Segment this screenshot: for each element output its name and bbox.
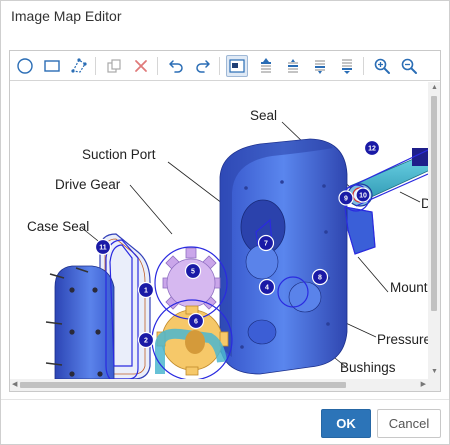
label-d-cut: D (421, 196, 428, 211)
hotspot-6[interactable]: 6 (187, 312, 205, 330)
toolbar-separator (219, 57, 220, 75)
cancel-button[interactable]: Cancel (377, 409, 441, 438)
duplicate-icon[interactable] (103, 55, 125, 77)
hotspot-1-label: 1 (144, 288, 148, 295)
footer-divider (1, 399, 449, 400)
hotspot-9[interactable]: 9 (338, 190, 354, 206)
hotspot-8-label: 8 (318, 275, 322, 282)
ok-button[interactable]: OK (321, 409, 371, 438)
horizontal-scroll-thumb[interactable] (20, 382, 346, 388)
cover-plate (54, 265, 115, 379)
hotspot-11-label: 11 (99, 245, 107, 252)
hotspot-4[interactable]: 4 (258, 278, 276, 296)
scroll-right-icon[interactable]: ▶ (421, 381, 426, 389)
scroll-up-icon[interactable]: ▲ (431, 84, 438, 92)
scroll-left-icon[interactable]: ◀ (12, 381, 17, 389)
bring-to-front-icon[interactable] (255, 55, 277, 77)
pump-body (219, 138, 348, 375)
horizontal-scrollbar[interactable]: ◀ ▶ (10, 379, 428, 391)
send-backward-icon[interactable] (309, 55, 331, 77)
hotspot-10[interactable]: 10 (355, 187, 371, 203)
polygon-tool-icon[interactable] (68, 55, 90, 77)
delete-icon[interactable] (130, 55, 152, 77)
editor-toolbar (10, 51, 440, 81)
dialog-titlebar: Image Map Editor (1, 1, 449, 35)
label-bushings: Bushings (340, 360, 396, 375)
hotspot-8[interactable]: 8 (311, 268, 329, 286)
redo-icon[interactable] (192, 55, 214, 77)
toolbar-separator (157, 57, 158, 75)
label-pressure: Pressure (377, 332, 428, 347)
send-to-back-icon[interactable] (336, 55, 358, 77)
image-canvas[interactable]: 1 2 4 5 6 7 8 9 10 11 12 Seal Suction Po… (10, 82, 428, 379)
image-map-editor-dialog: Image Map Editor 1 2 4 5 6 7 8 9 10 11 1… (0, 0, 450, 445)
hotspot-9-label: 9 (344, 196, 348, 203)
dialog-title: Image Map Editor (11, 8, 122, 24)
label-case-seal: Case Seal (27, 219, 89, 234)
hotspot-12[interactable]: 12 (363, 139, 381, 157)
hotspot-7-label: 7 (264, 241, 268, 248)
hotspot-11[interactable]: 11 (94, 238, 112, 256)
hotspot-1[interactable]: 1 (137, 281, 155, 299)
scrollbar-corner (428, 379, 440, 391)
circle-tool-icon[interactable] (14, 55, 36, 77)
rectangle-tool-icon[interactable] (41, 55, 63, 77)
zoom-in-icon[interactable] (371, 55, 393, 77)
zoom-out-icon[interactable] (398, 55, 420, 77)
select-tool-icon[interactable] (226, 55, 248, 77)
label-suction-port: Suction Port (82, 147, 156, 162)
mount-bracket (344, 206, 376, 255)
pump-exploded-diagram: 1 2 4 5 6 7 8 9 10 11 12 Seal Suction Po… (27, 108, 428, 379)
label-drive-gear: Drive Gear (55, 177, 121, 192)
vertical-scroll-thumb[interactable] (431, 96, 437, 311)
hotspot-12-label: 12 (368, 146, 376, 153)
hotspot-5-label: 5 (191, 269, 195, 276)
image-map-editor: 1 2 4 5 6 7 8 9 10 11 12 Seal Suction Po… (9, 50, 441, 392)
toolbar-separator (363, 57, 364, 75)
label-mount: Mount (390, 280, 428, 295)
bring-forward-icon[interactable] (282, 55, 304, 77)
vertical-scrollbar[interactable]: ▲ ▼ (428, 82, 440, 379)
hotspot-7[interactable]: 7 (257, 234, 275, 252)
hotspot-5[interactable]: 5 (184, 262, 202, 280)
scroll-down-icon[interactable]: ▼ (431, 368, 438, 376)
hotspot-10-label: 10 (359, 193, 367, 200)
hotspot-6-label: 6 (194, 319, 198, 326)
label-seal: Seal (250, 108, 277, 123)
toolbar-separator (95, 57, 96, 75)
undo-icon[interactable] (165, 55, 187, 77)
hotspot-4-label: 4 (265, 285, 269, 292)
hotspot-2-label: 2 (144, 338, 148, 345)
hotspot-2[interactable]: 2 (137, 331, 155, 349)
